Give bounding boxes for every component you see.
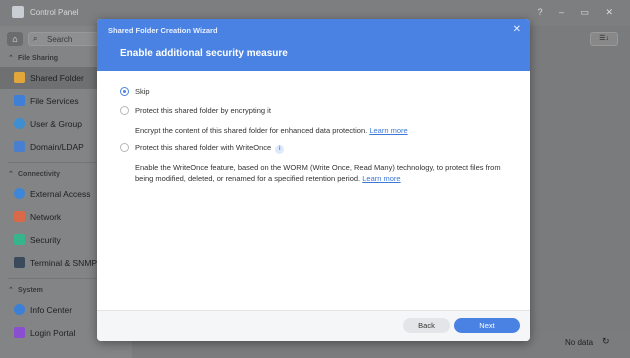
radio-encrypt[interactable] [120,106,129,115]
refresh-icon[interactable]: ↻ [602,336,610,347]
section-connectivity[interactable]: ⌃ Connectivity [8,170,60,178]
option-encrypt-label: Protect this shared folder by encrypting… [135,106,271,115]
domain-ldap-icon [14,141,25,152]
dialog-heading: Enable additional security measure [120,48,288,59]
external-access-icon [14,188,25,199]
home-icon[interactable]: ⌂ [7,32,23,46]
encrypt-description-text: Encrypt the content of this shared folde… [135,126,368,135]
info-icon[interactable]: i [275,145,285,154]
section-system[interactable]: ⌃ System [8,286,43,294]
dialog-caption: Shared Folder Creation Wizard [108,26,218,35]
dialog-footer: Back Next [97,310,530,341]
next-button[interactable]: Next [454,318,520,333]
chevron-down-icon: ⌃ [8,171,14,178]
dialog-header: Shared Folder Creation Wizard ✕ Enable a… [97,19,530,71]
sort-icon[interactable]: ☰↓ [590,32,618,46]
option-skip-label: Skip [135,87,150,96]
control-panel-logo-icon [12,6,24,18]
radio-skip[interactable] [120,87,129,96]
login-portal-icon [14,327,25,338]
encrypt-learn-more-link[interactable]: Learn more [369,126,407,135]
chevron-down-icon: ⌃ [8,287,14,294]
search-placeholder: Search [47,35,73,44]
no-data-label: No data [565,338,594,347]
section-file-sharing[interactable]: ⌃ File Sharing [8,54,58,62]
shared-folder-wizard-dialog: Shared Folder Creation Wizard ✕ Enable a… [97,19,530,341]
radio-writeonce[interactable] [120,143,129,152]
option-writeonce-label: Protect this shared folder with WriteOnc… [135,143,285,154]
back-button[interactable]: Back [403,318,450,333]
user-group-icon [14,118,25,129]
option-encrypt-description: Encrypt the content of this shared folde… [135,125,520,136]
info-center-icon [14,304,25,315]
option-writeonce-description: Enable the WriteOnce feature, based on t… [135,162,520,184]
terminal-icon [14,257,25,268]
shared-folder-icon [14,72,25,83]
control-panel-title: Control Panel [30,8,79,17]
chevron-down-icon: ⌃ [8,55,14,62]
search-icon: ⌕ [33,34,38,43]
window-buttons[interactable]: ? – ▭ ✕ [537,7,620,18]
file-services-icon [14,95,25,106]
close-icon[interactable]: ✕ [513,24,521,35]
shield-icon [14,234,25,245]
writeonce-learn-more-link[interactable]: Learn more [362,174,400,183]
network-icon [14,211,25,222]
writeonce-description-text: Enable the WriteOnce feature, based on t… [135,163,501,183]
